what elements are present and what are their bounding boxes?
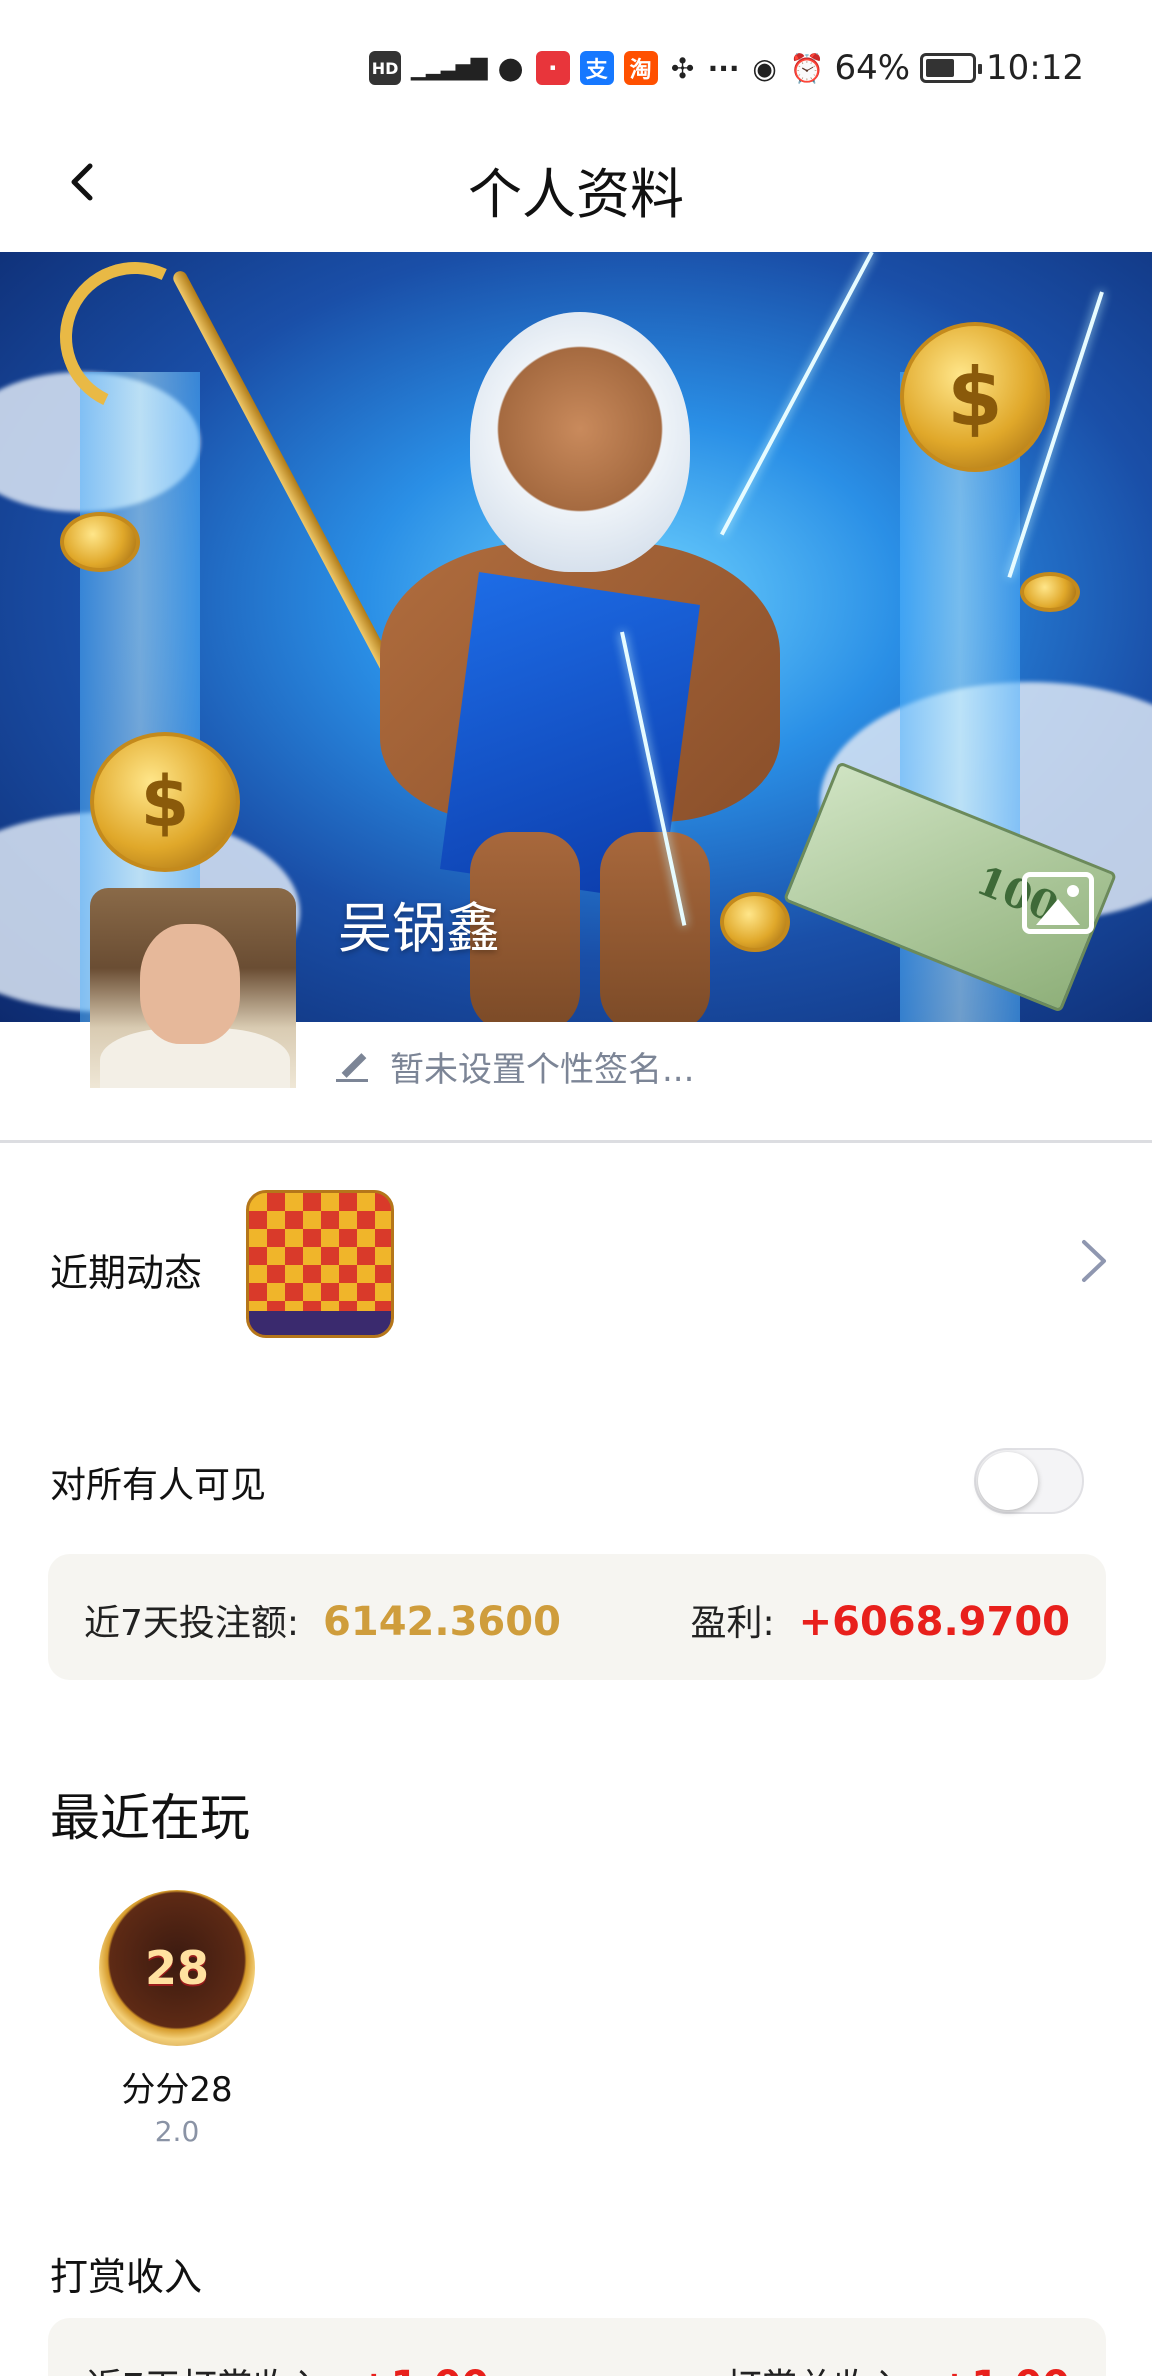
avatar[interactable] <box>90 888 296 1088</box>
status-bar: HD ▁▂▃▅▇ ● ▪ 支 淘 ✣ ··· ◉ ⏰ 64% 10:12 <box>0 0 1152 130</box>
total-tips-label: 打赏总收入: <box>726 2358 918 2376</box>
visibility-toggle[interactable] <box>974 1448 1084 1514</box>
section-divider <box>0 1140 1152 1143</box>
stats-card: 近7天投注额: 6142.3600 盈利: +6068.9700 <box>48 1554 1106 1680</box>
visibility-row: 对所有人可见 <box>0 1440 1152 1520</box>
image-icon <box>1036 899 1080 925</box>
bet-label: 近7天投注额: <box>84 1603 300 1644</box>
recent-activity-thumbnail <box>246 1190 394 1338</box>
profit-label: 盈利: <box>690 1603 775 1644</box>
change-cover-button[interactable] <box>1022 872 1094 934</box>
signature-placeholder: 暂未设置个性签名... <box>390 1049 695 1090</box>
recently-playing-title: 最近在玩 <box>50 1789 250 1847</box>
visibility-label: 对所有人可见 <box>50 1465 267 1506</box>
game-item[interactable]: 28 分分28 2.0 <box>92 1890 262 2148</box>
huawei-app-icon: ▪ <box>535 51 570 85</box>
game-icon: 28 <box>99 1890 255 2046</box>
recent-activity-row[interactable]: 近期动态 <box>0 1180 1152 1350</box>
profit-value: +6068.9700 <box>798 1599 1070 1645</box>
top-nav: 个人资料 <box>0 130 1152 252</box>
recent-tips-label: 近7天打赏收入: <box>86 2358 337 2376</box>
more-notifications-icon: ··· <box>707 51 740 85</box>
signal-icon: ▁▂▃▅▇ <box>411 55 488 81</box>
hd-icon: HD <box>369 51 402 85</box>
recent-tips-stat: 近7天打赏收入: +1.00 <box>86 2358 489 2376</box>
recent-tips-value: +1.00 <box>357 2363 489 2376</box>
chevron-right-icon <box>1082 1240 1106 1282</box>
username: 吴锅鑫 <box>338 897 500 960</box>
battery-percent: 64% <box>834 48 911 88</box>
game-version: 2.0 <box>154 2115 200 2148</box>
total-tips-stat: 打赏总收入: +1.00 <box>726 2358 1070 2376</box>
recent-activity-label: 近期动态 <box>50 1251 203 1295</box>
clock: 10:12 <box>986 48 1084 88</box>
bet-stat: 近7天投注额: 6142.3600 <box>84 1594 561 1646</box>
eye-icon: ◉ <box>752 51 777 85</box>
qr-icon: ✣ <box>670 51 695 85</box>
tips-card: 近7天打赏收入: +1.00 打赏总收入: +1.00 <box>48 2318 1106 2376</box>
page-title: 个人资料 <box>468 163 684 226</box>
alarm-icon: ⏰ <box>789 51 825 85</box>
status-icons: HD ▁▂▃▅▇ ● ▪ 支 淘 ✣ ··· ◉ ⏰ 64% 10:12 <box>369 44 1084 92</box>
message-icon: ● <box>497 50 524 86</box>
alipay-icon: 支 <box>579 51 614 85</box>
bet-value: 6142.3600 <box>323 1599 561 1645</box>
pencil-icon <box>336 1050 368 1082</box>
game-icon-text: 28 <box>144 1941 209 1995</box>
game-name: 分分28 <box>121 2070 233 2110</box>
profit-stat: 盈利: +6068.9700 <box>690 1594 1070 1646</box>
total-tips-value: +1.00 <box>938 2363 1070 2376</box>
taobao-icon: 淘 <box>623 51 658 85</box>
signature-field[interactable]: 暂未设置个性签名... <box>336 1036 694 1096</box>
battery-icon <box>920 53 983 83</box>
tips-income-title: 打赏收入 <box>50 2255 203 2299</box>
